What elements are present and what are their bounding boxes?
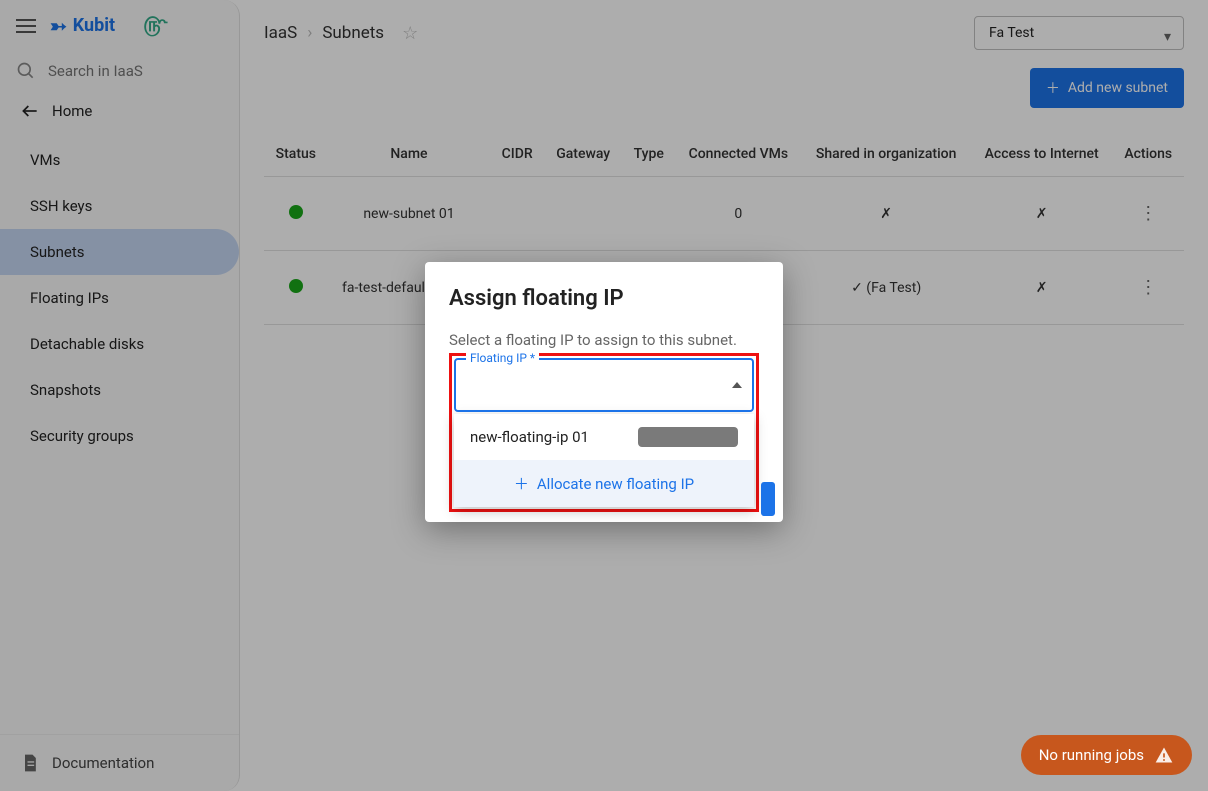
dialog-description: Select a floating IP to assign to this s…	[449, 331, 759, 349]
allocate-new-floating-ip-button[interactable]: ＋ Allocate new floating IP	[454, 460, 754, 507]
running-jobs-pill[interactable]: No running jobs	[1021, 735, 1192, 775]
floating-ip-select[interactable]: Floating IP *	[454, 358, 754, 412]
plus-icon: ＋	[514, 473, 529, 494]
dialog-title: Assign floating IP	[449, 286, 759, 311]
floating-ip-dropdown: new-floating-ip 01 ＋ Allocate new floati…	[454, 414, 754, 507]
floating-ip-field-label: Floating IP *	[466, 351, 539, 365]
assign-button[interactable]	[761, 482, 775, 516]
floating-ip-option[interactable]: new-floating-ip 01	[454, 414, 754, 460]
allocate-label: Allocate new floating IP	[537, 475, 694, 493]
chevron-up-icon	[732, 382, 742, 388]
warning-icon	[1154, 745, 1174, 765]
ip-address-pill	[638, 427, 738, 447]
running-jobs-label: No running jobs	[1039, 746, 1144, 764]
tutorial-highlight: Floating IP * new-floating-ip 01 ＋ Alloc…	[449, 353, 759, 512]
assign-floating-ip-dialog: Assign floating IP Select a floating IP …	[425, 262, 783, 522]
floating-ip-option-label: new-floating-ip 01	[470, 428, 589, 446]
